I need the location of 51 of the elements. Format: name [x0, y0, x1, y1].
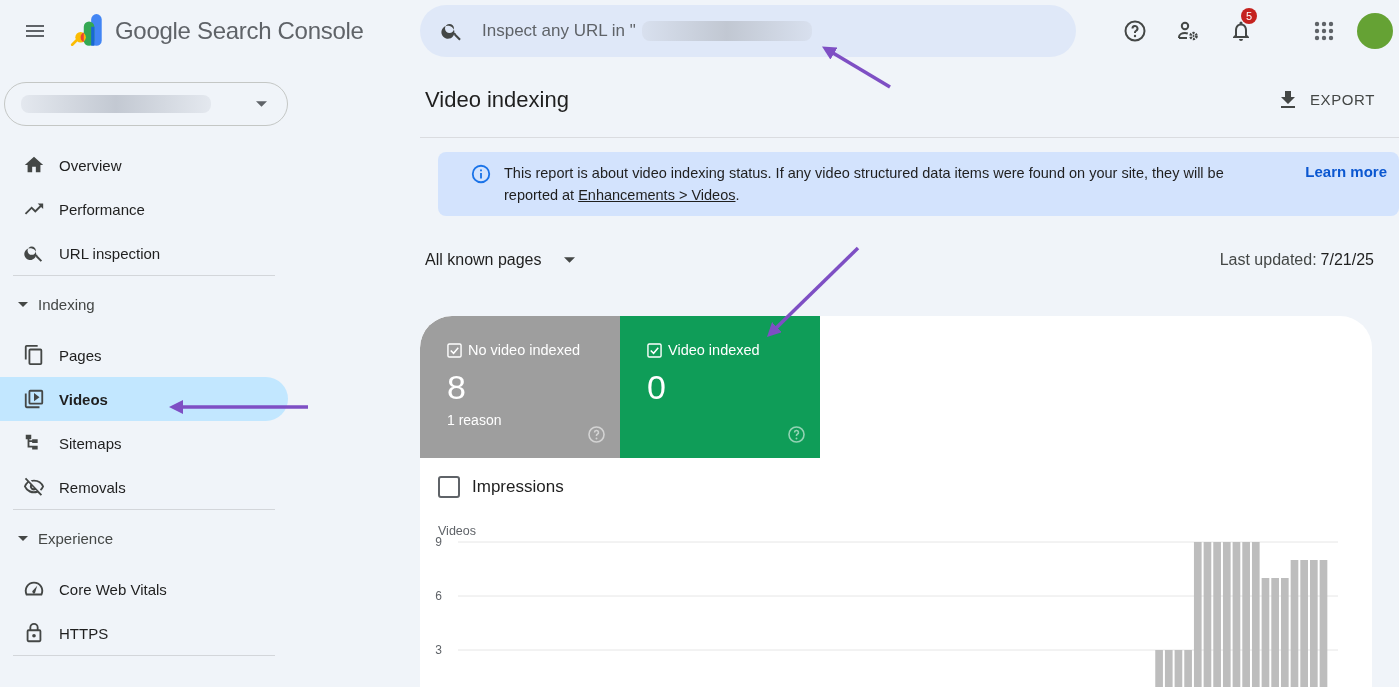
caret-icon [18, 536, 28, 541]
nav-item[interactable]: Videos [0, 377, 288, 421]
product-name: Google Search Console [115, 17, 364, 45]
impressions-checkbox[interactable] [438, 476, 460, 498]
last-updated-date: 7/21/25 [1320, 251, 1374, 269]
nav-item[interactable]: Pages [0, 333, 288, 377]
caret-icon [256, 101, 267, 107]
y-tick-label: 6 [435, 589, 442, 603]
user-settings-icon[interactable] [1176, 19, 1200, 43]
tile-count: 0 [647, 368, 667, 407]
y-tick-label: 9 [435, 535, 442, 549]
avatar[interactable] [1357, 13, 1393, 49]
nav-item[interactable]: HTTPS [0, 611, 288, 655]
video-icon [23, 388, 45, 410]
pages-filter-dropdown[interactable]: All known pages [425, 251, 575, 269]
section-header[interactable]: Indexing [0, 276, 288, 333]
notification-badge: 5 [1241, 8, 1257, 24]
enhancements-link[interactable]: Enhancements > Videos [578, 187, 736, 203]
pages-icon [23, 344, 45, 366]
impressions-label: Impressions [472, 477, 564, 497]
apps-grid-icon[interactable] [1312, 19, 1336, 43]
tile-label: No video indexed [468, 342, 581, 358]
eye-slash-icon [23, 476, 45, 498]
nav-item[interactable]: Overview [0, 143, 288, 187]
learn-more-link[interactable]: Learn more [1305, 163, 1387, 180]
annotation-arrow [822, 46, 891, 89]
checkbox-icon[interactable] [447, 342, 462, 358]
y-tick-label: 3 [435, 643, 442, 657]
chart-bar [1174, 650, 1183, 687]
url-inspection-field[interactable]: Inspect any URL in " [420, 5, 1076, 57]
nav-item[interactable]: Performance [0, 187, 288, 231]
tile-sublabel: 1 reason [447, 412, 503, 428]
caret-icon [18, 302, 28, 307]
info-icon [470, 163, 492, 185]
chart-bar [1164, 650, 1173, 687]
export-button[interactable]: EXPORT [1270, 86, 1381, 113]
page-title: Video indexing [425, 86, 569, 113]
y-axis-label: Videos [438, 524, 477, 538]
nav-item[interactable]: Removals [0, 465, 288, 509]
nav-item[interactable]: URL inspection [0, 231, 288, 275]
nav-item[interactable]: Sitemaps [0, 421, 288, 465]
help-icon[interactable] [1123, 19, 1147, 43]
tile-label: Video indexed [668, 342, 760, 358]
status-tile[interactable]: Video indexed 0 [620, 316, 820, 458]
tile-count: 8 [447, 368, 467, 407]
caret-icon [563, 257, 575, 263]
nav-item[interactable]: Core Web Vitals [0, 567, 288, 611]
last-updated-label: Last updated: [1219, 251, 1317, 269]
section-header[interactable]: Experience [0, 510, 288, 567]
info-text: This report is about video indexing status. If any video structured data items were found on your site, they will be reported at Enhancements > Videos. [504, 164, 1225, 205]
checkbox-icon[interactable] [647, 342, 662, 358]
